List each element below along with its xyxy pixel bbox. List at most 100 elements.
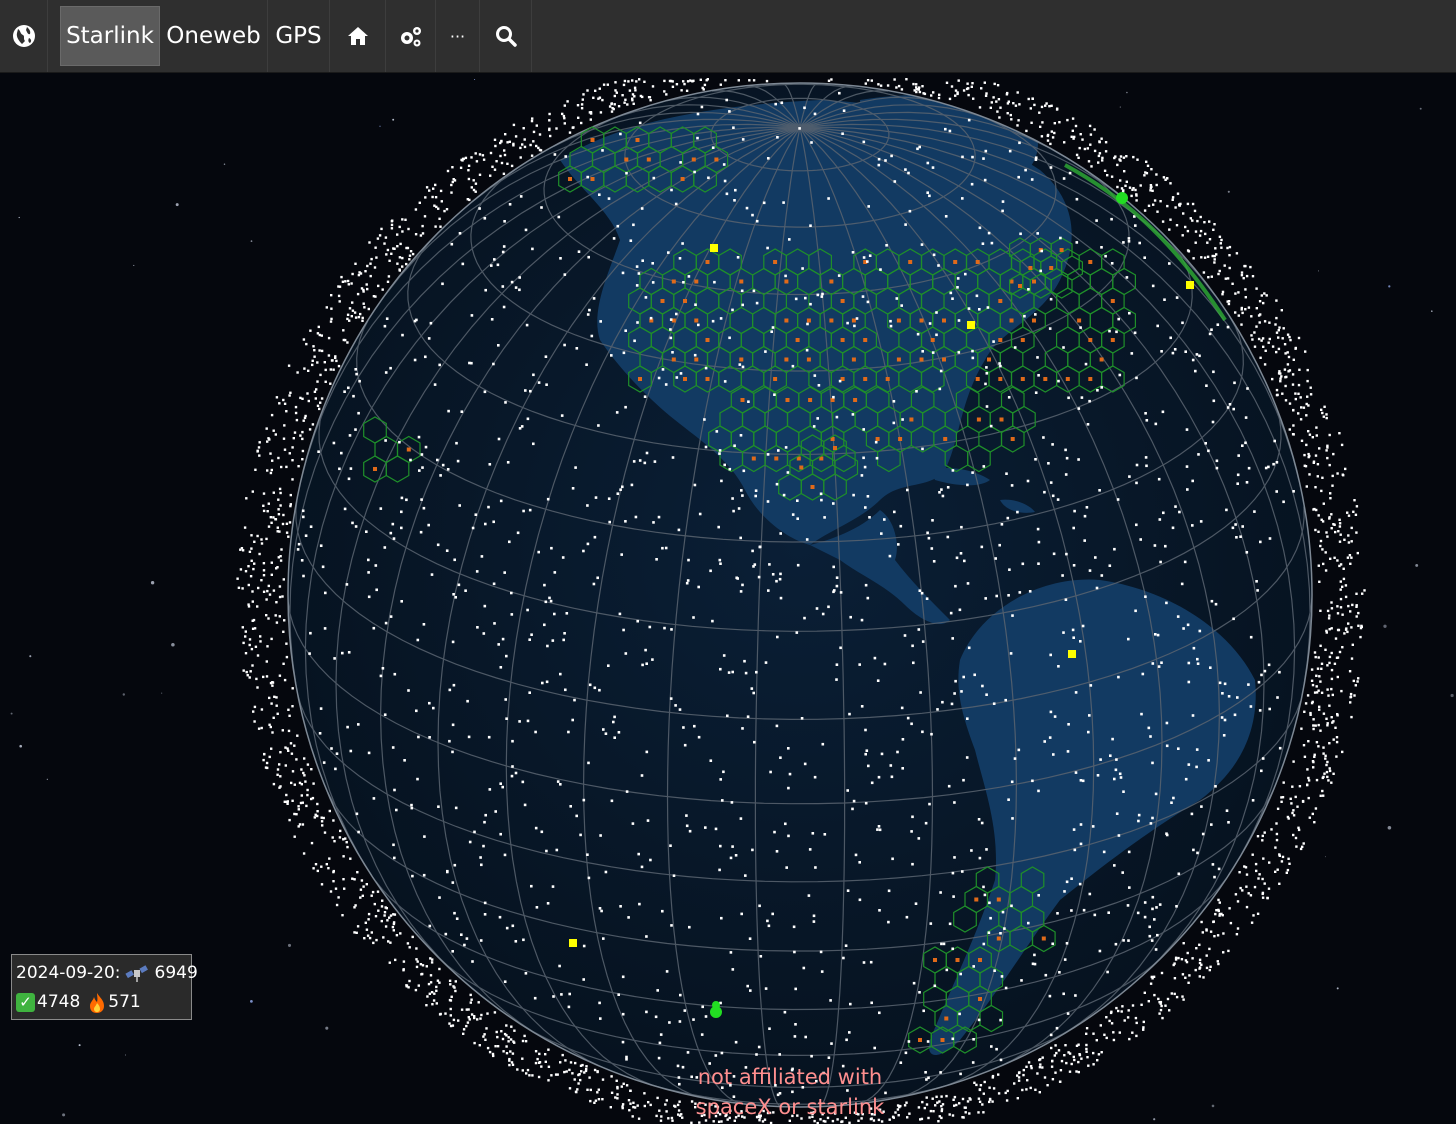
satellite-dot xyxy=(998,543,1001,547)
satellite-dot xyxy=(1013,346,1017,349)
satellite-dot xyxy=(999,1058,1003,1062)
satellite-dot xyxy=(731,845,734,848)
satellite-dot xyxy=(835,576,839,579)
satellite-dot xyxy=(1127,637,1130,641)
satellite-dot xyxy=(719,667,722,671)
satellite-dot xyxy=(794,987,797,991)
satellite-dot xyxy=(981,684,984,688)
satellite-dot xyxy=(602,937,605,940)
satellite-dot xyxy=(269,452,272,455)
satellite-dot xyxy=(499,782,502,785)
satellite-dot xyxy=(1314,528,1317,532)
satellite-dot xyxy=(612,107,615,111)
satellite-dot xyxy=(1260,769,1263,773)
satellite-dot xyxy=(1319,680,1322,683)
satellite-dot xyxy=(1283,343,1287,346)
satellite-dot xyxy=(989,106,992,109)
coverage-marker xyxy=(680,177,685,181)
satellite-dot xyxy=(1220,912,1223,916)
satellite-dot xyxy=(468,1018,471,1021)
satellite-dot xyxy=(661,368,665,371)
home-icon[interactable] xyxy=(330,0,386,72)
globe-icon[interactable] xyxy=(0,0,48,72)
satellite-dot xyxy=(547,1048,550,1051)
more-button[interactable]: ··· xyxy=(436,0,480,72)
satellite-dot xyxy=(675,83,679,86)
satellite-dot xyxy=(1326,664,1329,667)
satellite-dot xyxy=(396,262,399,265)
satellite-dot xyxy=(314,863,318,866)
satellite-dot xyxy=(308,652,311,655)
satellite-dot xyxy=(1128,475,1131,478)
stats-panel: 2024-09-20: 6949 ✓ 4748 571 xyxy=(11,954,198,1020)
satellite-dot xyxy=(1073,848,1077,852)
satellite-dot xyxy=(1174,505,1177,508)
satellite-dot xyxy=(1137,813,1141,817)
satellite-dot xyxy=(1306,694,1310,697)
satellite-dot xyxy=(1301,799,1305,803)
satellite-dot xyxy=(927,1116,930,1120)
tab-oneweb[interactable]: Oneweb xyxy=(160,0,268,72)
satellite-dot xyxy=(1297,412,1300,415)
satellite-dot xyxy=(817,384,821,387)
satellite-dot xyxy=(1138,241,1141,245)
satellite-dot xyxy=(399,932,402,935)
coverage-marker xyxy=(976,417,981,422)
satellite-dot xyxy=(645,662,648,665)
satellite-dot xyxy=(719,844,722,848)
satellite-dot xyxy=(1261,834,1264,838)
satellite-dot xyxy=(1079,842,1083,846)
satellite-dot xyxy=(1249,705,1253,708)
coverage-marker xyxy=(1018,284,1022,288)
satellite-dot xyxy=(1181,973,1185,976)
satellite-dot xyxy=(1332,772,1335,775)
satellite-dot xyxy=(506,141,509,144)
search-icon[interactable] xyxy=(480,0,532,72)
background-star xyxy=(474,78,476,81)
satellite-dot xyxy=(962,778,965,782)
satellite-dot xyxy=(768,1027,771,1030)
coverage-marker xyxy=(1049,266,1054,270)
gears-icon[interactable] xyxy=(386,0,436,72)
satellite-dot xyxy=(1245,551,1249,554)
satellite-dot xyxy=(282,662,285,665)
tab-gps[interactable]: GPS xyxy=(268,0,330,72)
satellite-dot xyxy=(1034,391,1038,394)
satellite-dot xyxy=(289,391,292,394)
satellite-dot xyxy=(364,921,367,924)
satellite-dot xyxy=(796,517,799,520)
satellite-dot xyxy=(689,79,692,82)
satellite-dot xyxy=(1049,166,1053,169)
satellite-dot xyxy=(357,411,360,415)
tab-starlink[interactable]: Starlink xyxy=(60,6,160,66)
satellite-dot xyxy=(1016,1097,1019,1100)
satellite-dot xyxy=(1275,331,1279,334)
satellite-dot xyxy=(468,840,472,844)
satellite-dot xyxy=(978,856,982,860)
satellite-dot xyxy=(764,350,767,353)
satellite-dot xyxy=(1226,406,1230,409)
background-star xyxy=(122,693,126,696)
coverage-marker xyxy=(978,958,982,962)
satellite-dot xyxy=(1057,665,1060,668)
satellite-dot xyxy=(878,1011,881,1015)
satellite-dot xyxy=(529,389,532,393)
satellite-dot xyxy=(428,992,431,995)
satellite-dot xyxy=(887,889,891,893)
satellite-dot xyxy=(1160,661,1163,664)
globe-viewer[interactable] xyxy=(0,73,1456,1124)
satellite-dot xyxy=(1007,798,1010,801)
satellite-dot xyxy=(269,681,273,685)
satellite-dot xyxy=(1275,490,1278,493)
satellite-dot xyxy=(1294,795,1297,799)
satellite-dot xyxy=(759,955,763,958)
satellite-dot xyxy=(587,876,591,880)
satellite-dot xyxy=(1278,853,1281,856)
satellite-dot xyxy=(401,218,404,221)
satellite-dot xyxy=(1271,345,1275,348)
coverage-marker xyxy=(784,357,789,362)
satellite-dot xyxy=(529,143,532,147)
satellite-dot xyxy=(636,619,639,623)
satellite-dot xyxy=(1183,560,1187,564)
satellite-dot xyxy=(524,1040,528,1043)
